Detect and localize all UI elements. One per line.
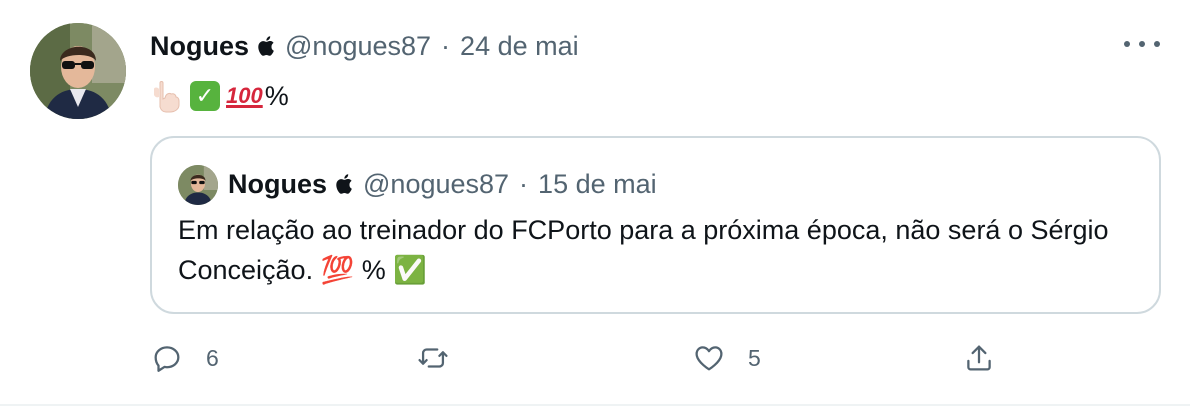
tweet-text-suffix: % bbox=[264, 80, 289, 111]
reply-icon bbox=[154, 346, 180, 372]
quoted-tweet-header: Nogues @nogues87 · 15 de mai bbox=[228, 166, 657, 202]
author-name[interactable]: Nogues bbox=[150, 31, 249, 62]
separator-dot: · bbox=[441, 30, 451, 61]
more-dot bbox=[1139, 41, 1145, 47]
quoted-author-handle: @nogues87 bbox=[363, 168, 510, 199]
reply-count: 6 bbox=[206, 344, 219, 371]
more-dot bbox=[1154, 41, 1160, 47]
tweet-actions: 6 5 bbox=[150, 338, 1010, 378]
like-count: 5 bbox=[748, 344, 761, 371]
more-dot bbox=[1124, 41, 1130, 47]
retweet-button[interactable] bbox=[416, 338, 472, 378]
quoted-tweet-date: 15 de mai bbox=[538, 168, 657, 199]
apple-icon bbox=[257, 34, 277, 58]
quoted-author-avatar bbox=[178, 165, 218, 205]
pointing-down-emoji-icon bbox=[150, 79, 182, 113]
heart-icon bbox=[695, 346, 723, 371]
separator-dot: · bbox=[519, 168, 529, 199]
like-button[interactable]: 5 bbox=[692, 338, 761, 378]
retweet-icon bbox=[418, 348, 448, 368]
tweet-text: ✓ 100 % bbox=[150, 76, 289, 116]
quoted-tweet-text: Em relação ao treinador do FCPorto para … bbox=[178, 215, 1109, 285]
hundred-points-emoji-icon: 100 bbox=[226, 83, 263, 108]
share-icon bbox=[967, 345, 991, 371]
tweet-header: Nogues @nogues87 · 24 de mai bbox=[150, 28, 579, 64]
more-options-icon[interactable] bbox=[1124, 34, 1160, 54]
tweet-date[interactable]: 24 de mai bbox=[460, 31, 579, 62]
author-avatar[interactable] bbox=[30, 23, 126, 119]
share-button[interactable] bbox=[962, 338, 996, 378]
author-handle[interactable]: @nogues87 bbox=[285, 31, 431, 62]
quoted-tweet-card[interactable]: Nogues @nogues87 · 15 de mai Em relação … bbox=[150, 136, 1161, 314]
quoted-author-name: Nogues bbox=[228, 168, 328, 199]
reply-button[interactable]: 6 bbox=[150, 338, 219, 378]
check-mark-emoji-icon: ✓ bbox=[190, 81, 220, 111]
apple-icon bbox=[335, 172, 355, 196]
